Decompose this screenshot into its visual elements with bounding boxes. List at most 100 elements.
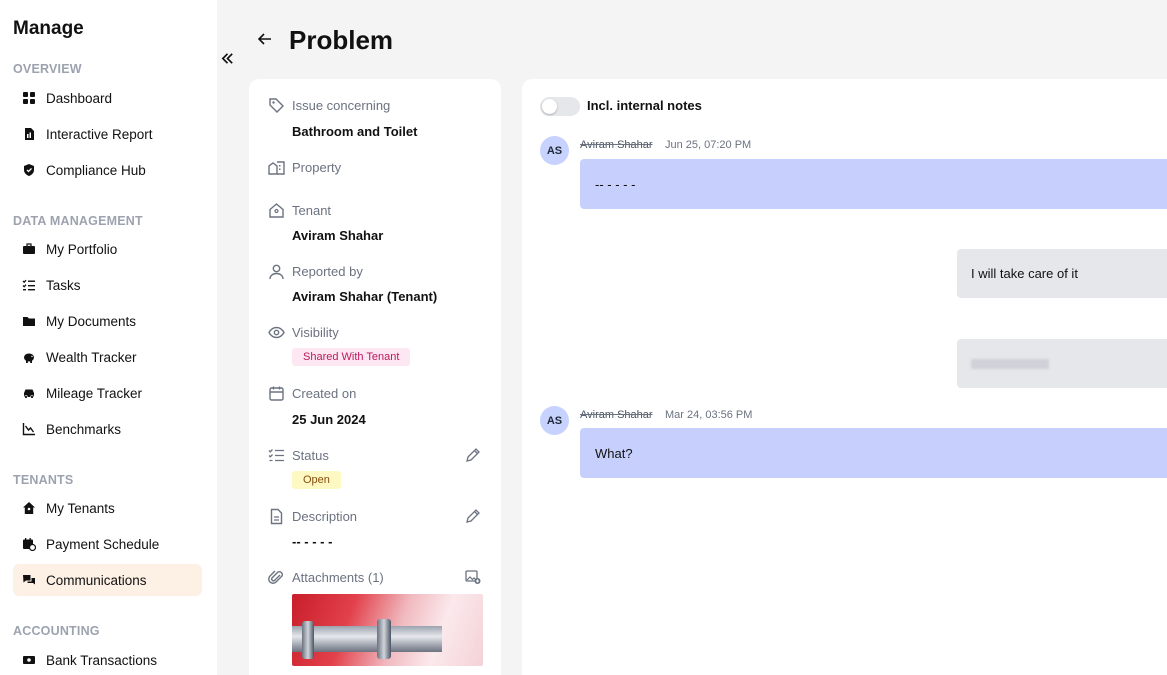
avatar: AS [540, 136, 569, 165]
sidebar-item-bank-transactions[interactable]: Bank Transactions [13, 644, 202, 675]
shield-icon [21, 162, 37, 178]
sidebar-item-label: Payment Schedule [46, 536, 160, 552]
issue-value: Bathroom and Toilet [292, 124, 418, 139]
visibility-label: Visibility [292, 325, 339, 340]
attachment-thumbnail[interactable] [292, 594, 483, 666]
internal-notes-toggle[interactable] [540, 97, 580, 116]
sidebar-item-interactive-report[interactable]: Interactive Report [13, 118, 202, 150]
tenant-value: Aviram Shahar [292, 228, 384, 243]
sidebar-item-wealth-tracker[interactable]: Wealth Tracker [13, 341, 202, 373]
dashboard-icon [21, 90, 37, 106]
description-label: Description [292, 509, 358, 524]
add-image-icon[interactable] [465, 569, 481, 585]
sidebar-item-label: Dashboard [46, 90, 113, 106]
message-time: Mar 24, 03:56 PM [665, 409, 753, 421]
problem-details-card: Issue concerning Bathroom and Toilet Pro… [249, 79, 501, 675]
created-label: Created on [292, 386, 357, 401]
sidebar-item-label: My Tenants [46, 500, 115, 516]
user-icon [268, 263, 285, 280]
outgoing-message-redacted [957, 339, 1167, 388]
internal-notes-label: Incl. internal notes [587, 98, 702, 113]
double-chevron-left-icon [221, 52, 233, 64]
avatar: AS [540, 406, 569, 435]
chart-icon [21, 421, 37, 437]
calendar-clock-icon [21, 536, 37, 552]
pipe-image-part [292, 626, 442, 652]
sidebar-item-label: Compliance Hub [46, 162, 146, 178]
message-text: -- - - - - [595, 176, 636, 192]
sidebar-item-dashboard[interactable]: Dashboard [13, 82, 202, 114]
tag-icon [268, 97, 285, 114]
status-badge: Open [292, 471, 341, 489]
sidebar-item-my-portfolio[interactable]: My Portfolio [13, 233, 202, 265]
incoming-message: -- - - - - [580, 159, 1167, 209]
section-data-management: DATA MANAGEMENT [13, 214, 143, 228]
buildings-icon [268, 159, 285, 176]
sidebar-item-label: Mileage Tracker [46, 385, 143, 401]
visibility-badge: Shared With Tenant [292, 348, 411, 366]
sidebar-item-label: Interactive Report [46, 126, 153, 142]
edit-description-pencil-icon[interactable] [465, 508, 481, 524]
sidebar-item-label: Tasks [46, 277, 81, 293]
property-label: Property [292, 160, 342, 175]
briefcase-icon [21, 241, 37, 257]
back-button[interactable] [255, 29, 275, 51]
folder-icon [21, 313, 37, 329]
incoming-message: What? [580, 428, 1167, 478]
eye-icon [268, 324, 285, 341]
car-icon [21, 385, 37, 401]
calendar-icon [268, 385, 285, 402]
banknote-icon [21, 652, 37, 668]
sidebar-item-label: Wealth Tracker [46, 349, 137, 365]
checklist-icon [21, 277, 37, 293]
document-icon [268, 508, 285, 525]
pipe-image-part [377, 619, 391, 659]
toggle-knob [542, 99, 557, 114]
pipe-image-part [302, 621, 314, 659]
issue-label: Issue concerning [292, 98, 391, 113]
sidebar-item-label: Bank Transactions [46, 652, 158, 668]
sidebar-item-mileage-tracker[interactable]: Mileage Tracker [13, 377, 202, 409]
paperclip-icon [268, 569, 285, 586]
message-text: I will take care of it [971, 266, 1078, 281]
outgoing-message: I will take care of it [957, 249, 1167, 298]
collapse-sidebar-button[interactable] [217, 48, 237, 68]
status-label: Status [292, 448, 329, 463]
section-accounting: ACCOUNTING [13, 624, 100, 638]
sidebar-item-communications[interactable]: Communications [13, 564, 202, 596]
sidebar: Manage OVERVIEW Dashboard Interactive Re… [0, 0, 217, 675]
sidebar-item-label: Communications [46, 572, 147, 588]
reported-by-label: Reported by [292, 264, 363, 279]
attachments-label: Attachments (1) [292, 570, 384, 585]
house-user-icon [21, 500, 37, 516]
section-overview: OVERVIEW [13, 62, 82, 76]
sidebar-item-payment-schedule[interactable]: Payment Schedule [13, 528, 202, 560]
tenant-label: Tenant [292, 203, 332, 218]
sidebar-item-my-tenants[interactable]: My Tenants [13, 492, 202, 524]
created-value: 25 Jun 2024 [292, 412, 366, 427]
message-sender: Aviram Shahar [580, 409, 653, 421]
sidebar-item-label: Benchmarks [46, 421, 122, 437]
section-tenants: TENANTS [13, 473, 74, 487]
edit-status-pencil-icon[interactable] [465, 447, 481, 463]
message-text: What? [595, 445, 633, 461]
list-check-icon [268, 447, 285, 464]
message-time: Jun 25, 07:20 PM [665, 139, 752, 151]
sidebar-item-compliance-hub[interactable]: Compliance Hub [13, 154, 202, 186]
report-icon [21, 126, 37, 142]
sidebar-item-label: My Portfolio [46, 241, 118, 257]
sidebar-item-my-documents[interactable]: My Documents [13, 305, 202, 337]
sidebar-item-label: My Documents [46, 313, 137, 329]
page-title: Problem [289, 25, 394, 55]
arrow-left-icon [257, 33, 271, 45]
description-value: -- - - - - [292, 534, 333, 549]
conversation-panel: Incl. internal notes AS Aviram Shahar Ju… [522, 79, 1167, 675]
sidebar-brand: Manage [13, 18, 84, 39]
chat-bubbles-icon [21, 572, 37, 588]
house-icon [268, 202, 285, 219]
piggy-bank-icon [21, 349, 37, 365]
redacted-text [971, 358, 1049, 369]
sidebar-item-tasks[interactable]: Tasks [13, 269, 202, 301]
sidebar-item-benchmarks[interactable]: Benchmarks [13, 413, 202, 445]
message-sender: Aviram Shahar [580, 139, 653, 151]
